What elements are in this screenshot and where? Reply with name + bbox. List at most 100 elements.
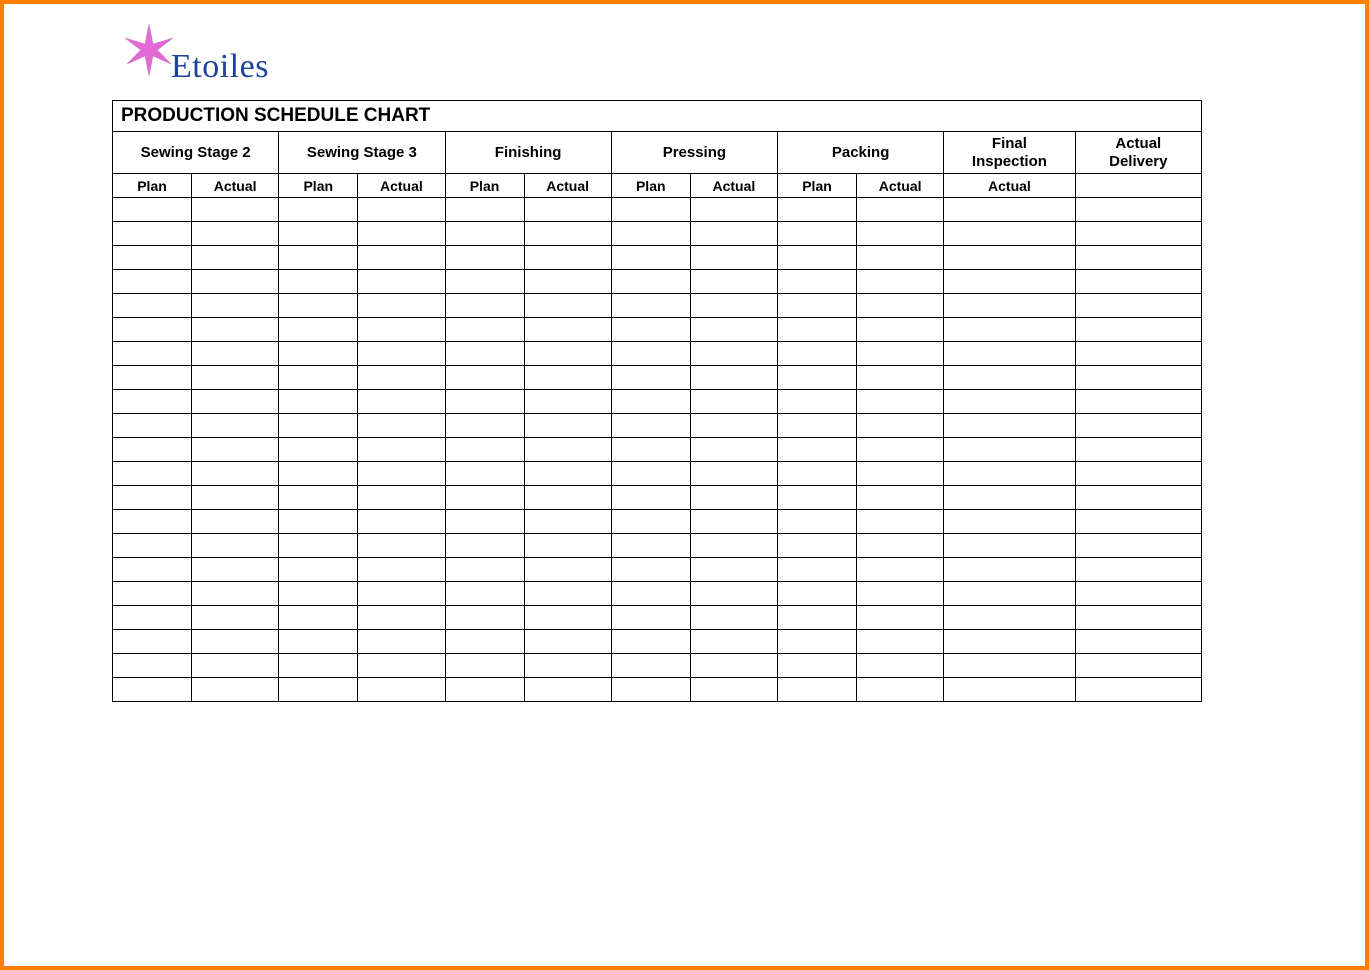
cell[interactable] [1075, 270, 1201, 294]
cell[interactable] [778, 390, 857, 414]
cell[interactable] [690, 246, 777, 270]
cell[interactable] [445, 558, 524, 582]
cell[interactable] [445, 342, 524, 366]
cell[interactable] [778, 582, 857, 606]
cell[interactable] [1075, 582, 1201, 606]
cell[interactable] [857, 342, 944, 366]
cell[interactable] [113, 486, 192, 510]
cell[interactable] [192, 558, 279, 582]
cell[interactable] [690, 510, 777, 534]
cell[interactable] [944, 438, 1075, 462]
cell[interactable] [778, 510, 857, 534]
cell[interactable] [690, 366, 777, 390]
cell[interactable] [113, 462, 192, 486]
cell[interactable] [778, 654, 857, 678]
cell[interactable] [611, 678, 690, 702]
cell[interactable] [611, 486, 690, 510]
cell[interactable] [279, 582, 358, 606]
cell[interactable] [944, 198, 1075, 222]
cell[interactable] [857, 606, 944, 630]
cell[interactable] [113, 534, 192, 558]
cell[interactable] [611, 534, 690, 558]
cell[interactable] [524, 462, 611, 486]
cell[interactable] [524, 558, 611, 582]
cell[interactable] [611, 318, 690, 342]
cell[interactable] [192, 366, 279, 390]
cell[interactable] [113, 678, 192, 702]
cell[interactable] [192, 534, 279, 558]
cell[interactable] [279, 630, 358, 654]
cell[interactable] [778, 222, 857, 246]
cell[interactable] [279, 534, 358, 558]
cell[interactable] [445, 270, 524, 294]
cell[interactable] [192, 318, 279, 342]
cell[interactable] [611, 414, 690, 438]
cell[interactable] [113, 318, 192, 342]
cell[interactable] [778, 342, 857, 366]
cell[interactable] [358, 318, 445, 342]
cell[interactable] [690, 294, 777, 318]
cell[interactable] [279, 414, 358, 438]
cell[interactable] [857, 630, 944, 654]
cell[interactable] [944, 486, 1075, 510]
cell[interactable] [445, 510, 524, 534]
cell[interactable] [445, 534, 524, 558]
cell[interactable] [279, 462, 358, 486]
cell[interactable] [358, 366, 445, 390]
cell[interactable] [778, 438, 857, 462]
cell[interactable] [358, 414, 445, 438]
cell[interactable] [524, 318, 611, 342]
cell[interactable] [778, 558, 857, 582]
cell[interactable] [192, 654, 279, 678]
cell[interactable] [944, 654, 1075, 678]
cell[interactable] [690, 654, 777, 678]
cell[interactable] [857, 294, 944, 318]
cell[interactable] [524, 342, 611, 366]
cell[interactable] [690, 414, 777, 438]
cell[interactable] [279, 678, 358, 702]
cell[interactable] [279, 342, 358, 366]
cell[interactable] [778, 486, 857, 510]
cell[interactable] [524, 414, 611, 438]
cell[interactable] [113, 630, 192, 654]
cell[interactable] [113, 270, 192, 294]
cell[interactable] [192, 342, 279, 366]
cell[interactable] [192, 486, 279, 510]
cell[interactable] [611, 438, 690, 462]
cell[interactable] [358, 342, 445, 366]
cell[interactable] [192, 630, 279, 654]
cell[interactable] [690, 630, 777, 654]
cell[interactable] [445, 462, 524, 486]
cell[interactable] [1075, 534, 1201, 558]
cell[interactable] [192, 246, 279, 270]
cell[interactable] [1075, 222, 1201, 246]
cell[interactable] [1075, 630, 1201, 654]
cell[interactable] [857, 366, 944, 390]
cell[interactable] [611, 222, 690, 246]
cell[interactable] [944, 270, 1075, 294]
cell[interactable] [358, 390, 445, 414]
cell[interactable] [358, 630, 445, 654]
cell[interactable] [1075, 318, 1201, 342]
cell[interactable] [192, 390, 279, 414]
cell[interactable] [611, 510, 690, 534]
cell[interactable] [445, 606, 524, 630]
cell[interactable] [279, 366, 358, 390]
cell[interactable] [611, 198, 690, 222]
cell[interactable] [113, 366, 192, 390]
cell[interactable] [524, 510, 611, 534]
cell[interactable] [611, 246, 690, 270]
cell[interactable] [778, 678, 857, 702]
cell[interactable] [524, 366, 611, 390]
cell[interactable] [778, 462, 857, 486]
cell[interactable] [857, 510, 944, 534]
cell[interactable] [611, 630, 690, 654]
cell[interactable] [113, 198, 192, 222]
cell[interactable] [690, 582, 777, 606]
cell[interactable] [611, 654, 690, 678]
cell[interactable] [192, 582, 279, 606]
cell[interactable] [690, 390, 777, 414]
cell[interactable] [1075, 366, 1201, 390]
cell[interactable] [944, 582, 1075, 606]
cell[interactable] [944, 462, 1075, 486]
